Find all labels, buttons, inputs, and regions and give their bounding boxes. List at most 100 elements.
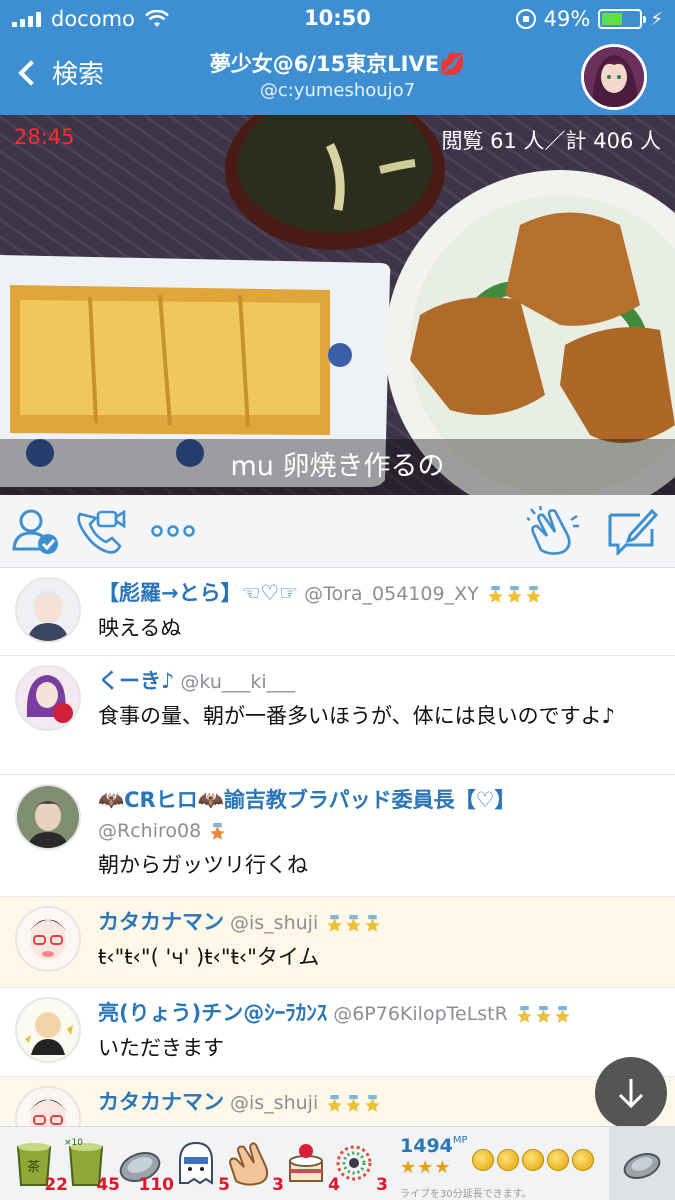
rank-stars bbox=[487, 585, 542, 603]
gift-count: 3 bbox=[376, 1175, 388, 1195]
broadcaster-name: 夢少女@6/15東京LIVE💋 bbox=[209, 52, 466, 76]
clap-button[interactable] bbox=[526, 505, 582, 557]
rank-star-icon bbox=[365, 914, 380, 932]
commenter-name[interactable]: カタカナマン bbox=[98, 1090, 224, 1114]
commenter-avatar[interactable] bbox=[15, 665, 81, 731]
battery-percent: 49% bbox=[543, 7, 591, 31]
gift-silver-coin[interactable]: 110 bbox=[116, 1135, 174, 1195]
back-button[interactable]: 検索 bbox=[14, 54, 104, 91]
comment-header: 🦇CRヒロ🦇諭吉教ブラパッド委員長【♡】 @Rchiro08 bbox=[98, 785, 663, 846]
mp-note: ライブを30分延長できます。 bbox=[400, 1189, 532, 1200]
rank-star-icon bbox=[327, 1094, 342, 1112]
status-right: 49% ⚡ bbox=[515, 7, 663, 31]
comment-row[interactable]: 🦇CRヒロ🦇諭吉教ブラパッド委員長【♡】 @Rchiro08 朝からガッツリ行く… bbox=[0, 775, 675, 897]
gift-firework[interactable]: 3 bbox=[330, 1135, 388, 1195]
commenter-name[interactable]: くーき♪ bbox=[98, 669, 174, 693]
comment-text: ŧ‹"ŧ‹"( 'ч' )ŧ‹"ŧ‹"タイム bbox=[98, 945, 320, 969]
comment-row[interactable]: カタカナマン @is_shuji ŧ‹"ŧ‹"( 'ч' )ŧ‹"ŧ‹"タイム bbox=[0, 897, 675, 988]
coin-icon bbox=[623, 1152, 661, 1180]
extension-coins bbox=[472, 1149, 594, 1171]
commenter-id: @Rchiro08 bbox=[98, 820, 202, 842]
commenter-avatar[interactable] bbox=[15, 997, 81, 1063]
comment-row[interactable]: 【彪羅→とら】☜♡☞ @Tora_054109_XY 映えるぬ bbox=[0, 568, 675, 656]
commenter-avatar[interactable] bbox=[15, 784, 81, 850]
call-button[interactable] bbox=[74, 505, 130, 557]
rank-stars bbox=[209, 822, 226, 840]
charging-icon: ⚡ bbox=[650, 8, 663, 30]
video-frame bbox=[0, 115, 675, 495]
gift-tea[interactable]: 茶 22 bbox=[10, 1135, 68, 1195]
gift-bar: 茶 22 ×10 45 110 5 3 4 3 1494MP ★★★ ライブを3… bbox=[0, 1126, 675, 1200]
nav-bar: 検索 夢少女@6/15東京LIVE💋 @c:yumeshoujo7 bbox=[0, 38, 675, 115]
comment-list[interactable]: 【彪羅→とら】☜♡☞ @Tora_054109_XY 映えるぬ くーき♪ @ku__… bbox=[0, 568, 675, 1126]
comment-header: 【彪羅→とら】☜♡☞ @Tora_054109_XY bbox=[98, 578, 663, 609]
viewer-count: 閲覧 61 人／計 406 人 bbox=[441, 129, 661, 153]
comment-text: 食事の量、朝が一番多いほうが、体には良いのですよ♪ bbox=[98, 704, 615, 728]
live-timer: 28:45 bbox=[14, 125, 75, 149]
commenter-name[interactable]: カタカナマン bbox=[98, 910, 224, 934]
comment-text: 朝からガッツリ行くね bbox=[98, 853, 308, 877]
rank-star-icon bbox=[487, 585, 503, 603]
gift-tea-x10[interactable]: ×10 45 bbox=[62, 1135, 120, 1195]
broadcaster-avatar[interactable] bbox=[581, 44, 647, 110]
comment-header: カタカナマン @is_shuji bbox=[98, 907, 663, 938]
rank-stars bbox=[326, 1094, 381, 1112]
scroll-down-button[interactable] bbox=[595, 1057, 667, 1129]
action-toolbar bbox=[0, 495, 675, 568]
commenter-id: @Tora_054109_XY bbox=[304, 583, 479, 605]
back-label: 検索 bbox=[52, 60, 105, 90]
rank-stars bbox=[326, 914, 381, 932]
mp-value: 1494 bbox=[400, 1135, 453, 1157]
rank-star-icon bbox=[525, 585, 541, 603]
commenter-id: @is_shuji bbox=[230, 912, 319, 934]
video-call-icon bbox=[77, 509, 126, 554]
commenter-name[interactable]: 亮(りょう)チン@ｼｰﾗｶﾝｽ bbox=[98, 1001, 327, 1025]
gift-count: 110 bbox=[138, 1175, 175, 1195]
rank-star-icon bbox=[346, 914, 361, 932]
gift-clap[interactable]: 3 bbox=[226, 1135, 284, 1195]
rank-star-icon bbox=[346, 1094, 361, 1112]
rank-star-icon bbox=[210, 822, 225, 840]
gift-cake[interactable]: 4 bbox=[282, 1135, 340, 1195]
cake-icon bbox=[289, 1144, 323, 1182]
commenter-id: @is_shuji bbox=[230, 1092, 319, 1114]
svg-text:茶: 茶 bbox=[27, 1159, 40, 1175]
svg-text:×10: ×10 bbox=[64, 1138, 83, 1148]
compose-icon bbox=[608, 508, 658, 555]
commenter-name[interactable]: 【彪羅→とら】☜♡☞ bbox=[98, 581, 298, 605]
comment-header: 亮(りょう)チン@ｼｰﾗｶﾝｽ @6P76KilopTeLstR bbox=[98, 998, 663, 1029]
rank-star-icon bbox=[506, 585, 522, 603]
status-bar: docomo 10:50 49% ⚡ bbox=[0, 0, 675, 38]
gift-ghost[interactable]: 5 bbox=[172, 1135, 230, 1195]
rank-star-icon bbox=[517, 1005, 532, 1023]
user-check-icon bbox=[12, 509, 58, 554]
broadcaster-id: @c:yumeshoujo7 bbox=[259, 80, 416, 101]
commenter-avatar[interactable] bbox=[15, 1086, 81, 1126]
coin-shop-button[interactable] bbox=[609, 1127, 675, 1200]
rank-star-icon bbox=[365, 1094, 380, 1112]
commenter-id: @ku___ki___ bbox=[180, 671, 296, 693]
commenter-id: @6P76KilopTeLstR bbox=[333, 1003, 508, 1025]
live-video[interactable]: 28:45 閲覧 61 人／計 406 人 mu 卵焼き作るの bbox=[0, 115, 675, 495]
rank-star-icon bbox=[536, 1005, 551, 1023]
comment-header: カタカナマン @is_shuji bbox=[98, 1087, 663, 1118]
comment-row[interactable]: カタカナマン @is_shuji bbox=[0, 1077, 675, 1126]
comment-row[interactable]: 亮(りょう)チン@ｼｰﾗｶﾝｽ @6P76KilopTeLstR いただきます bbox=[0, 988, 675, 1077]
rank-star-icon bbox=[327, 914, 342, 932]
battery-icon bbox=[598, 9, 647, 29]
comment-compose-button[interactable] bbox=[604, 505, 660, 557]
ghost-icon bbox=[179, 1141, 213, 1185]
more-button[interactable] bbox=[150, 505, 196, 557]
commenter-avatar[interactable] bbox=[15, 577, 81, 643]
comment-row[interactable]: くーき♪ @ku___ki___ 食事の量、朝が一番多いほうが、体には良いのですよ… bbox=[0, 656, 675, 775]
comment-text: いただきます bbox=[98, 1036, 224, 1060]
profile-button[interactable] bbox=[10, 505, 62, 557]
more-dots-icon bbox=[151, 525, 195, 537]
arrow-down-icon bbox=[618, 1079, 644, 1109]
mp-panel[interactable]: 1494MP ★★★ ライブを30分延長できます。 bbox=[400, 1135, 608, 1200]
commenter-avatar[interactable] bbox=[15, 906, 81, 972]
video-caption: mu 卵焼き作るの bbox=[0, 439, 675, 495]
rank-star-icon bbox=[555, 1005, 570, 1023]
commenter-name[interactable]: 🦇CRヒロ🦇諭吉教ブラパッド委員長【♡】 bbox=[98, 788, 516, 812]
mp-unit: MP bbox=[452, 1135, 468, 1146]
